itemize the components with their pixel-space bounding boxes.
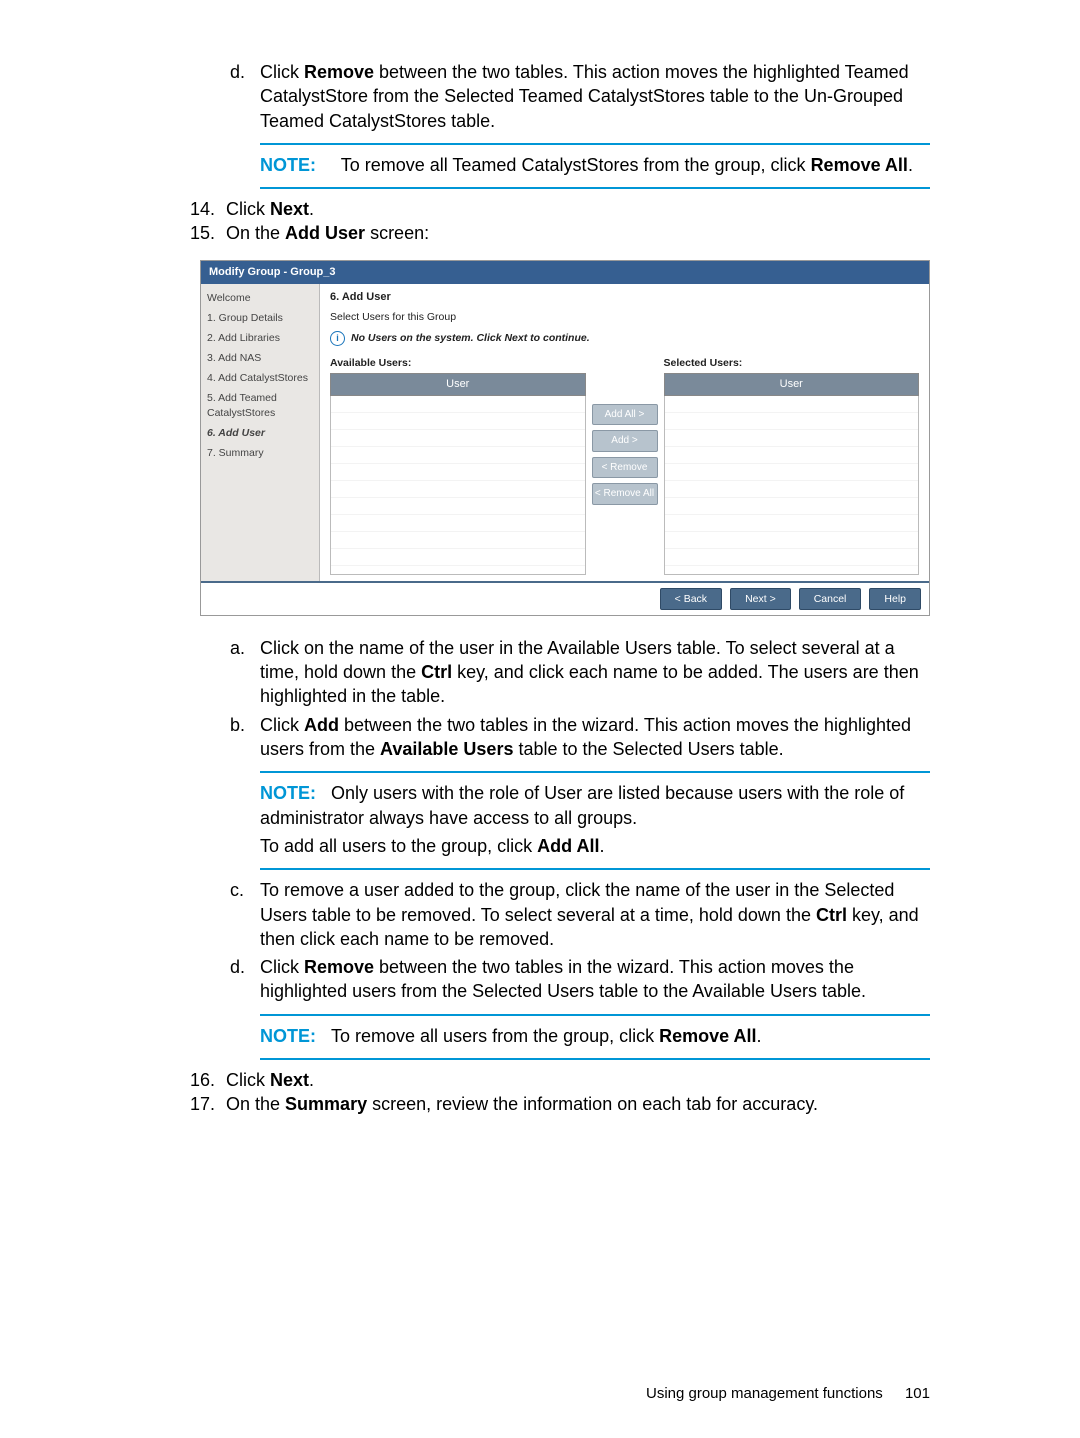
bold: Ctrl [816,905,847,925]
bold: Add User [285,223,365,243]
back-button[interactable]: < Back [660,588,722,610]
text: screen, review the information on each t… [367,1094,818,1114]
wizard-title: Modify Group - Group_3 [201,261,929,284]
bold: Next [270,199,309,219]
note-text: Only users with the role of User are lis… [260,783,904,827]
bold: Remove [304,62,374,82]
note-rule [260,1058,930,1060]
note-text: To remove all Teamed CatalystStores from… [341,155,811,175]
note-label: NOTE: [260,155,316,175]
nav-item[interactable]: 2. Add Libraries [201,328,319,348]
text: . [908,155,913,175]
text: To add all users to the group, click [260,836,537,856]
page-footer: Using group management functions 101 [646,1384,930,1404]
available-users-table[interactable] [330,396,586,575]
wizard-footer: < Back Next > Cancel Help [201,581,929,615]
wizard-nav: Welcome 1. Group Details 2. Add Librarie… [201,284,320,581]
selected-users-label: Selected Users: [664,356,920,370]
selected-users-table[interactable] [664,396,920,575]
selected-users-header: User [664,373,920,396]
step-b: b. Click Add between the two tables in t… [230,713,930,762]
text: Click [226,1070,270,1090]
remove-all-button[interactable]: < Remove All [592,483,658,505]
footer-text: Using group management functions [646,1385,883,1402]
text: Click [260,957,304,977]
next-button[interactable]: Next > [730,588,791,610]
note-label: NOTE: [260,783,316,803]
bold: Next [270,1070,309,1090]
nav-item[interactable]: Welcome [201,288,319,308]
cancel-button[interactable]: Cancel [799,588,862,610]
text: screen: [365,223,429,243]
note-label: NOTE: [260,1026,316,1046]
marker: d. [230,60,260,133]
bold: Remove All [659,1026,756,1046]
step-c: c. To remove a user added to the group, … [230,878,930,951]
note-rule [260,771,930,773]
num: 14. [190,197,226,221]
bold: Add [304,715,339,735]
info-icon: i [330,331,345,346]
available-users-header: User [330,373,586,396]
text: . [757,1026,762,1046]
step-15: 15. On the Add User screen: [190,221,930,245]
note-3: NOTE: To remove all users from the group… [260,1024,930,1048]
available-users-label: Available Users: [330,356,586,370]
note-1: NOTE: To remove all Teamed CatalystStore… [260,153,930,177]
note-rule [260,187,930,189]
text: table to the Selected Users table. [513,739,783,759]
info-row: i No Users on the system. Click Next to … [330,331,919,346]
add-button[interactable]: Add > [592,430,658,452]
nav-item[interactable]: 5. Add Teamed CatalystStores [201,388,319,422]
step-d-top: d. Click Remove between the two tables. … [230,60,930,133]
step-heading: 6. Add User [330,290,919,305]
bold: Add All [537,836,599,856]
num: 15. [190,221,226,245]
help-button[interactable]: Help [869,588,921,610]
note-2: NOTE: Only users with the role of User a… [260,781,930,830]
nav-item-active[interactable]: 6. Add User [201,423,319,443]
text: Click [260,715,304,735]
note-rule [260,1014,930,1016]
nav-item[interactable]: 7. Summary [201,443,319,463]
text: . [309,199,314,219]
note-text-2: To add all users to the group, click Add… [260,834,930,858]
add-all-button[interactable]: Add All > [592,404,658,426]
step-14: 14. Click Next. [190,197,930,221]
bold: Remove All [811,155,908,175]
num: 17. [190,1092,226,1116]
text: To remove all users from the group, clic… [331,1026,659,1046]
remove-button[interactable]: < Remove [592,457,658,479]
nav-item[interactable]: 1. Group Details [201,308,319,328]
step-d: d. Click Remove between the two tables i… [230,955,930,1004]
text: . [309,1070,314,1090]
text: Click [226,199,270,219]
step-17: 17. On the Summary screen, review the in… [190,1092,930,1116]
text: Click [260,62,304,82]
bold: Remove [304,957,374,977]
text: . [599,836,604,856]
nav-item[interactable]: 4. Add CatalystStores [201,368,319,388]
num: 16. [190,1068,226,1092]
text: To remove a user added to the group, cli… [260,880,894,924]
step-a: a. Click on the name of the user in the … [230,636,930,709]
note-rule [260,143,930,145]
bold: Available Users [380,739,513,759]
nav-item[interactable]: 3. Add NAS [201,348,319,368]
text: On the [226,1094,285,1114]
wizard-add-user: Modify Group - Group_3 Welcome 1. Group … [200,260,930,616]
bold: Ctrl [421,662,452,682]
bold: Summary [285,1094,367,1114]
text: On the [226,223,285,243]
info-message: No Users on the system. Click Next to co… [351,331,590,345]
note-rule [260,868,930,870]
step-16: 16. Click Next. [190,1068,930,1092]
page-number: 101 [905,1385,930,1402]
select-users-text: Select Users for this Group [330,310,919,324]
